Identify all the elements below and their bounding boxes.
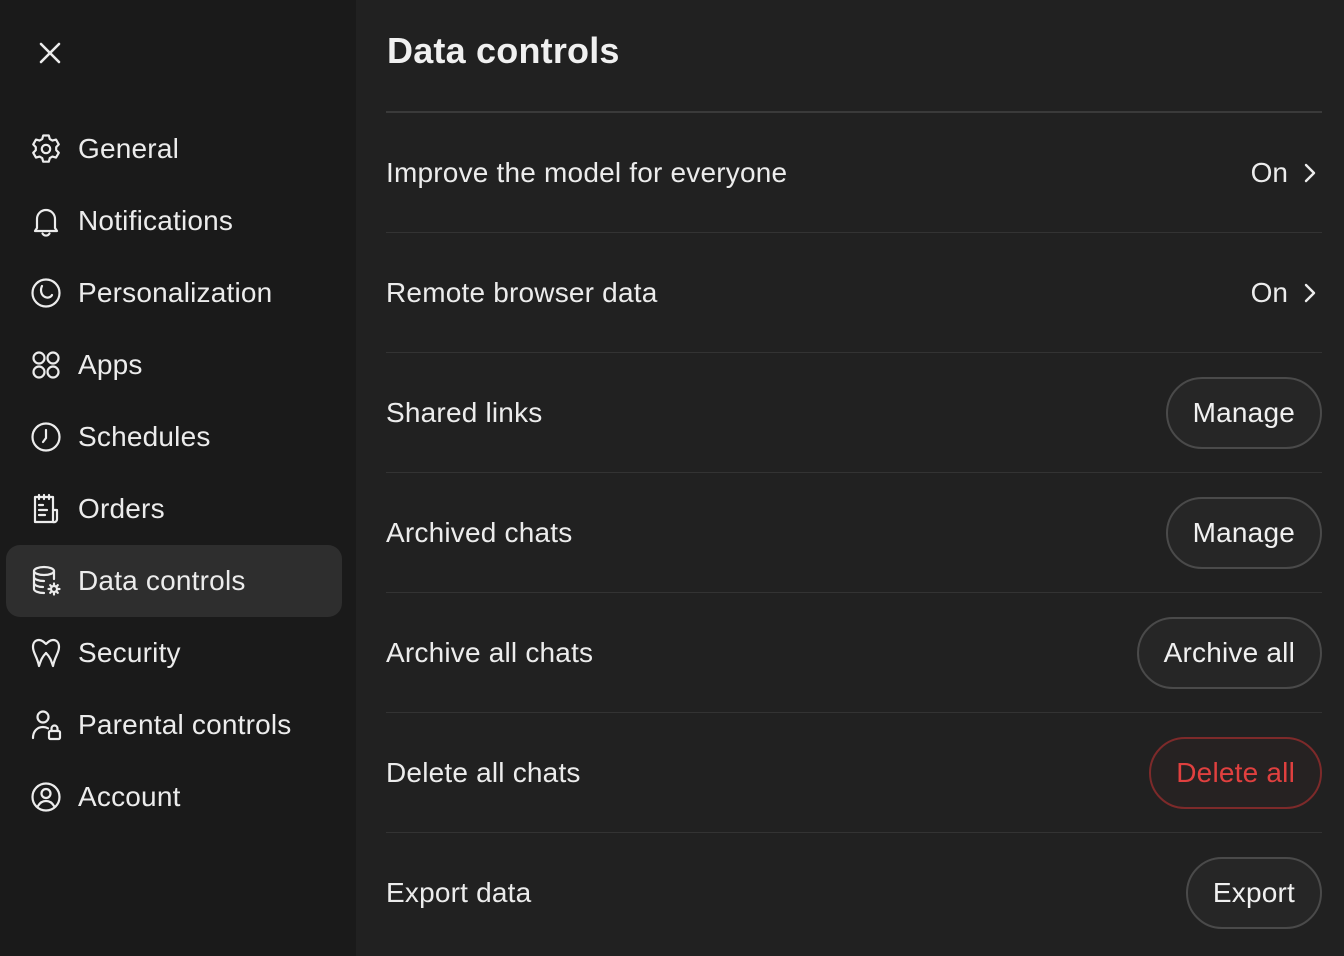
close-button[interactable]: [28, 31, 72, 75]
improve-model-toggle[interactable]: On: [1251, 157, 1322, 189]
sidebar-item-personalization[interactable]: Personalization: [6, 257, 342, 329]
setting-label: Shared links: [386, 396, 543, 428]
remote-browser-data-toggle[interactable]: On: [1251, 277, 1322, 309]
sidebar-item-label: Data controls: [78, 565, 246, 596]
setting-label: Archive all chats: [386, 636, 594, 668]
sidebar-item-label: Notifications: [78, 205, 234, 236]
setting-row-delete-all-chats: Delete all chats Delete all: [386, 713, 1322, 833]
sidebar-item-label: Parental controls: [78, 709, 292, 740]
gear-icon: [28, 131, 64, 167]
setting-row-archive-all-chats: Archive all chats Archive all: [386, 593, 1322, 713]
sidebar-item-label: Schedules: [78, 421, 211, 452]
setting-label: Improve the model for everyone: [386, 156, 788, 188]
bell-icon: [28, 203, 64, 239]
clock-icon: [28, 419, 64, 455]
export-button[interactable]: Export: [1185, 857, 1322, 929]
sidebar-item-label: Security: [78, 637, 181, 668]
settings-window: General Notifications Personalization Ap…: [0, 0, 1344, 956]
setting-value: On: [1250, 276, 1288, 308]
setting-label: Delete all chats: [386, 756, 581, 788]
sidebar-item-general[interactable]: General: [6, 113, 342, 185]
sidebar-item-apps[interactable]: Apps: [6, 329, 342, 401]
settings-content: Data controls Improve the model for ever…: [356, 0, 1344, 956]
apps-grid-icon: [28, 347, 64, 383]
user-circle-icon: [28, 779, 64, 815]
sidebar-item-notifications[interactable]: Notifications: [6, 185, 342, 257]
setting-label: Remote browser data: [386, 276, 658, 308]
setting-row-export-data: Export data Export: [386, 833, 1322, 953]
setting-row-improve-model: Improve the model for everyone On: [386, 113, 1322, 233]
sidebar-item-label: Account: [78, 781, 181, 812]
manage-shared-links-button[interactable]: Manage: [1165, 376, 1322, 449]
setting-row-remote-browser-data: Remote browser data On: [386, 233, 1322, 353]
sidebar-item-label: Apps: [78, 349, 143, 380]
person-lock-icon: [28, 707, 64, 743]
sidebar-item-parental-controls[interactable]: Parental controls: [6, 689, 342, 761]
sidebar-item-label: General: [78, 133, 180, 164]
page-title: Data controls: [387, 30, 620, 71]
sidebar-item-label: Orders: [78, 493, 165, 524]
sidebar-item-security[interactable]: Security: [6, 617, 342, 689]
settings-nav: General Notifications Personalization Ap…: [6, 113, 342, 833]
setting-value: On: [1250, 156, 1288, 188]
manage-archived-chats-button[interactable]: Manage: [1165, 496, 1322, 569]
settings-sidebar: General Notifications Personalization Ap…: [0, 0, 356, 956]
archive-all-button[interactable]: Archive all: [1136, 616, 1322, 689]
sidebar-item-label: Personalization: [78, 277, 273, 308]
personalization-icon: [28, 275, 64, 311]
receipt-icon: [28, 491, 64, 527]
chevron-right-icon: [1304, 163, 1316, 182]
sidebar-item-orders[interactable]: Orders: [6, 473, 342, 545]
setting-label: Export data: [386, 877, 532, 908]
database-gear-icon: [28, 563, 64, 599]
sidebar-item-schedules[interactable]: Schedules: [6, 401, 342, 473]
chevron-right-icon: [1304, 283, 1316, 302]
close-icon: [39, 42, 61, 64]
delete-all-button[interactable]: Delete all: [1149, 736, 1322, 809]
shield-key-icon: [28, 635, 64, 671]
settings-list: Improve the model for everyone On Remote…: [386, 111, 1322, 953]
setting-label: Archived chats: [386, 516, 573, 548]
setting-row-shared-links: Shared links Manage: [386, 353, 1322, 473]
sidebar-item-account[interactable]: Account: [6, 761, 342, 833]
sidebar-item-data-controls[interactable]: Data controls: [6, 545, 342, 617]
setting-row-archived-chats: Archived chats Manage: [386, 473, 1322, 593]
